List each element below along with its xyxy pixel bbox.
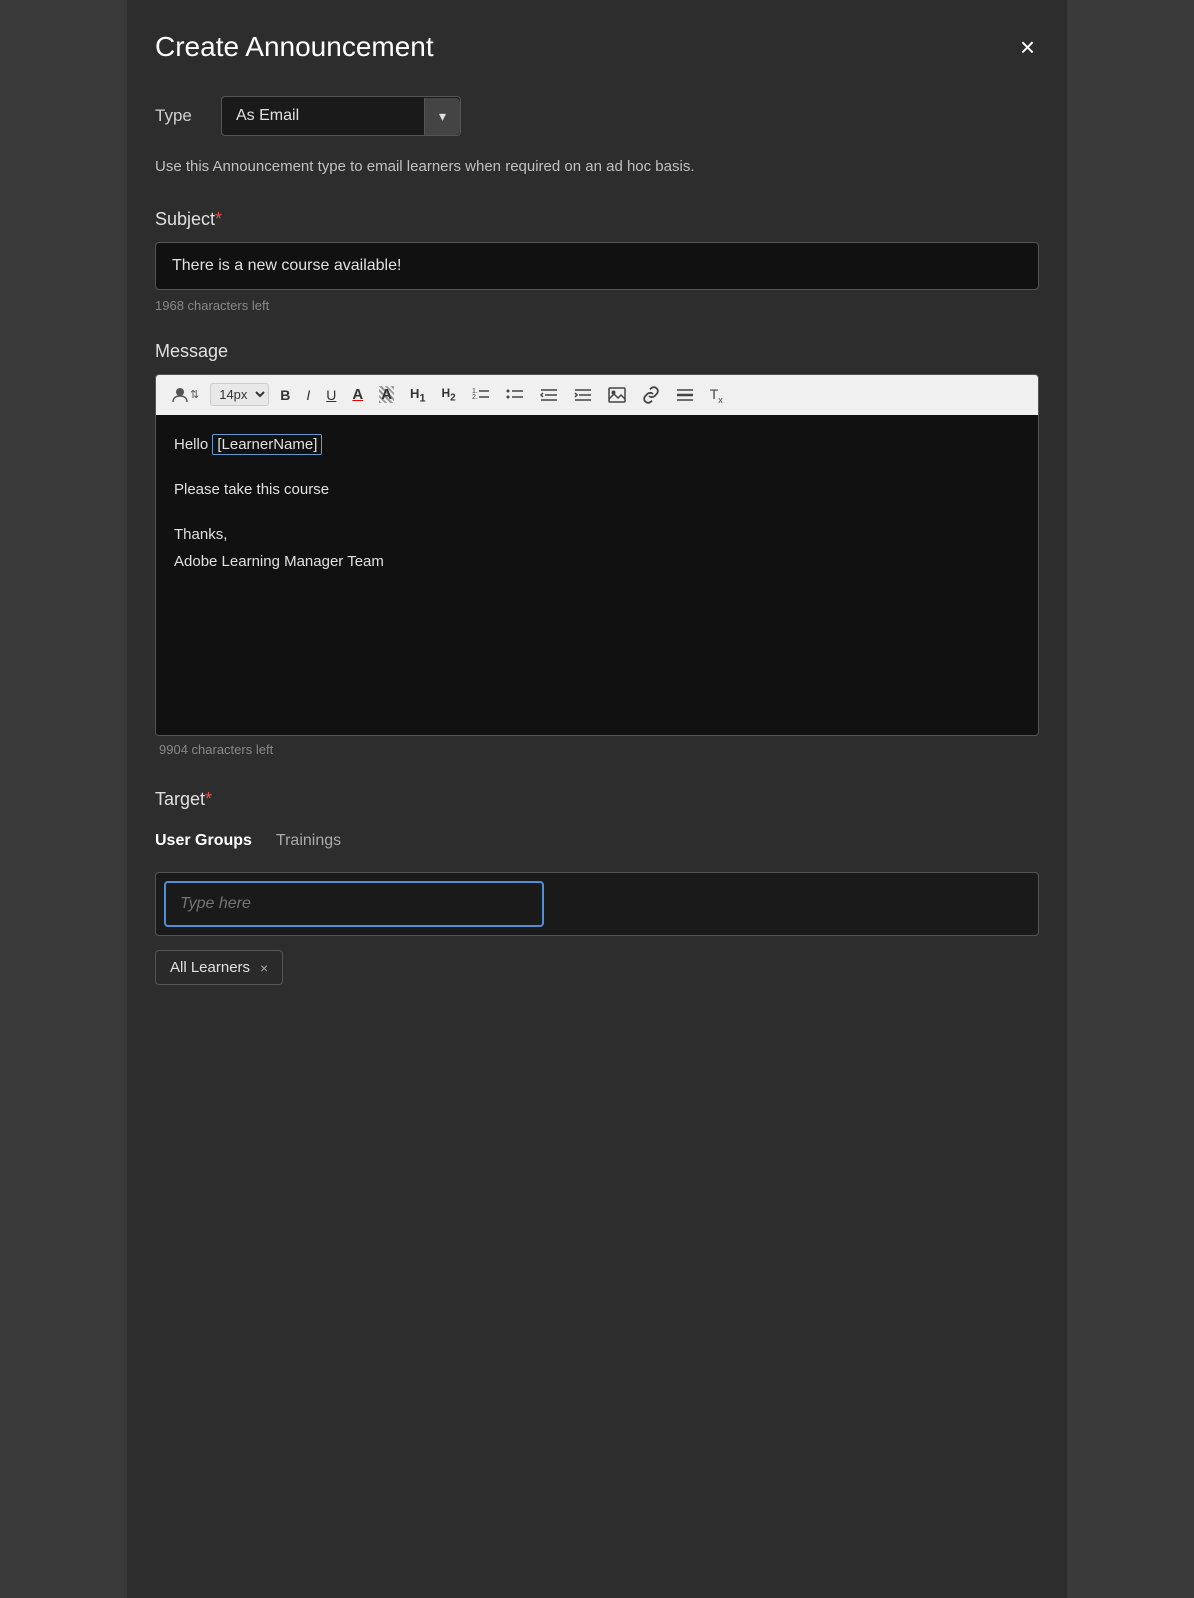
all-learners-label: All Learners <box>170 959 250 976</box>
underline-button[interactable]: U <box>321 384 341 406</box>
type-here-input-wrapper <box>164 881 544 927</box>
subject-label: Subject* <box>155 209 1039 230</box>
target-label: Target* <box>155 789 1039 810</box>
message-chars-left: 9904 characters left <box>155 736 1039 761</box>
bold-button[interactable]: B <box>275 384 295 406</box>
indent-right-button[interactable] <box>569 383 597 407</box>
type-here-container <box>155 872 1039 936</box>
svg-text:2.: 2. <box>472 394 478 401</box>
ordered-list-button[interactable]: 1. 2. <box>467 383 495 407</box>
clear-format-button[interactable]: Tx <box>705 383 728 408</box>
type-select-arrow[interactable]: ▾ <box>424 98 460 135</box>
target-tabs: User Groups Trainings <box>155 826 1039 856</box>
subject-section: Subject* 1968 characters left <box>155 209 1039 313</box>
h2-button[interactable]: H2 <box>436 383 460 406</box>
type-description: Use this Announcement type to email lear… <box>155 156 1039 179</box>
modal-header: Create Announcement × <box>155 30 1039 64</box>
subject-input[interactable] <box>155 242 1039 290</box>
subject-chars-left: 1968 characters left <box>155 298 1039 313</box>
editor-line-hello: Hello [LearnerName] <box>174 431 1020 458</box>
message-section: Message ⇅ 14px 10px 12px 16px 18px <box>155 341 1039 762</box>
type-select-value: As Email <box>222 97 424 135</box>
type-here-input[interactable] <box>166 883 542 925</box>
font-size-select[interactable]: 14px 10px 12px 16px 18px 24px <box>210 383 269 406</box>
create-announcement-modal: Create Announcement × Type As Email ▾ Us… <box>127 0 1067 1598</box>
unordered-list-button[interactable] <box>501 383 529 407</box>
indent-left-button[interactable] <box>535 383 563 407</box>
message-label: Message <box>155 341 1039 362</box>
learner-name-tag: [LearnerName] <box>212 434 322 455</box>
type-field-row: Type As Email ▾ <box>155 96 1039 136</box>
highlight-button[interactable]: A <box>374 383 399 406</box>
message-editor: ⇅ 14px 10px 12px 16px 18px 24px B I <box>155 374 1039 737</box>
h1-button[interactable]: H1 <box>405 383 430 408</box>
link-button[interactable] <box>637 383 665 407</box>
all-learners-remove-button[interactable]: × <box>260 961 268 975</box>
type-select[interactable]: As Email ▾ <box>221 96 461 136</box>
all-learners-tag: All Learners × <box>155 950 283 985</box>
type-label: Type <box>155 106 205 126</box>
hr-button[interactable] <box>671 383 699 407</box>
person-icon-btn[interactable]: ⇅ <box>166 383 204 407</box>
editor-content-area[interactable]: Hello [LearnerName] Please take this cou… <box>156 415 1038 735</box>
editor-line-thanks: Thanks, Adobe Learning Manager Team <box>174 521 1020 575</box>
close-button[interactable]: × <box>1016 30 1039 64</box>
text-color-button[interactable]: A <box>347 383 368 406</box>
target-section: Target* User Groups Trainings All Learne… <box>155 789 1039 985</box>
tab-user-groups[interactable]: User Groups <box>155 826 252 856</box>
editor-toolbar: ⇅ 14px 10px 12px 16px 18px 24px B I <box>156 375 1038 416</box>
italic-button[interactable]: I <box>301 384 315 406</box>
modal-title: Create Announcement <box>155 31 434 63</box>
editor-line-please: Please take this course <box>174 476 1020 503</box>
tab-trainings[interactable]: Trainings <box>276 826 341 856</box>
image-button[interactable] <box>603 383 631 407</box>
